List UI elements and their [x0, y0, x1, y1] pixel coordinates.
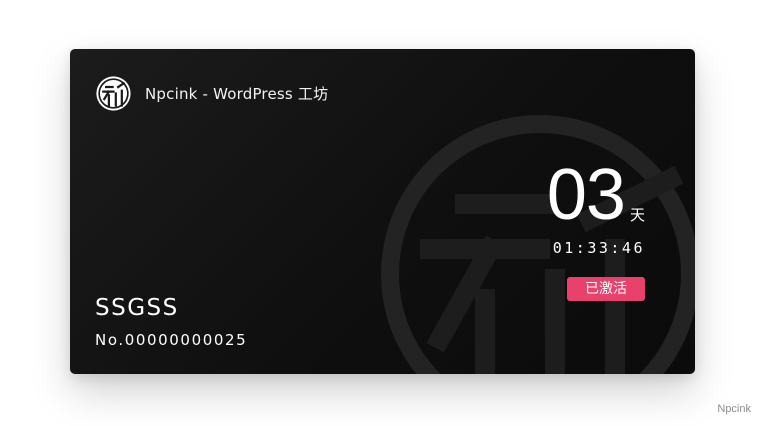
membership-card: Npcink - WordPress 工坊 03 天 01:33:46 已激活 …	[70, 49, 695, 374]
brand-name: Npcink - WordPress 工坊	[145, 85, 329, 103]
brand: Npcink - WordPress 工坊	[95, 75, 328, 112]
time-remaining: 01:33:46	[552, 239, 645, 257]
credit-text: Npcink	[717, 403, 751, 415]
status-badge: 已激活	[567, 277, 645, 301]
days-remaining: 03 天	[547, 159, 645, 231]
page: Npcink - WordPress 工坊 03 天 01:33:46 已激活 …	[0, 0, 760, 426]
seal-logo-icon	[96, 76, 131, 111]
days-unit: 天	[629, 206, 645, 224]
card-number: No.00000000025	[95, 331, 248, 349]
seal-watermark-icon	[381, 115, 695, 374]
holder-name: SSGSS	[95, 295, 179, 321]
days-value: 03	[546, 155, 626, 235]
